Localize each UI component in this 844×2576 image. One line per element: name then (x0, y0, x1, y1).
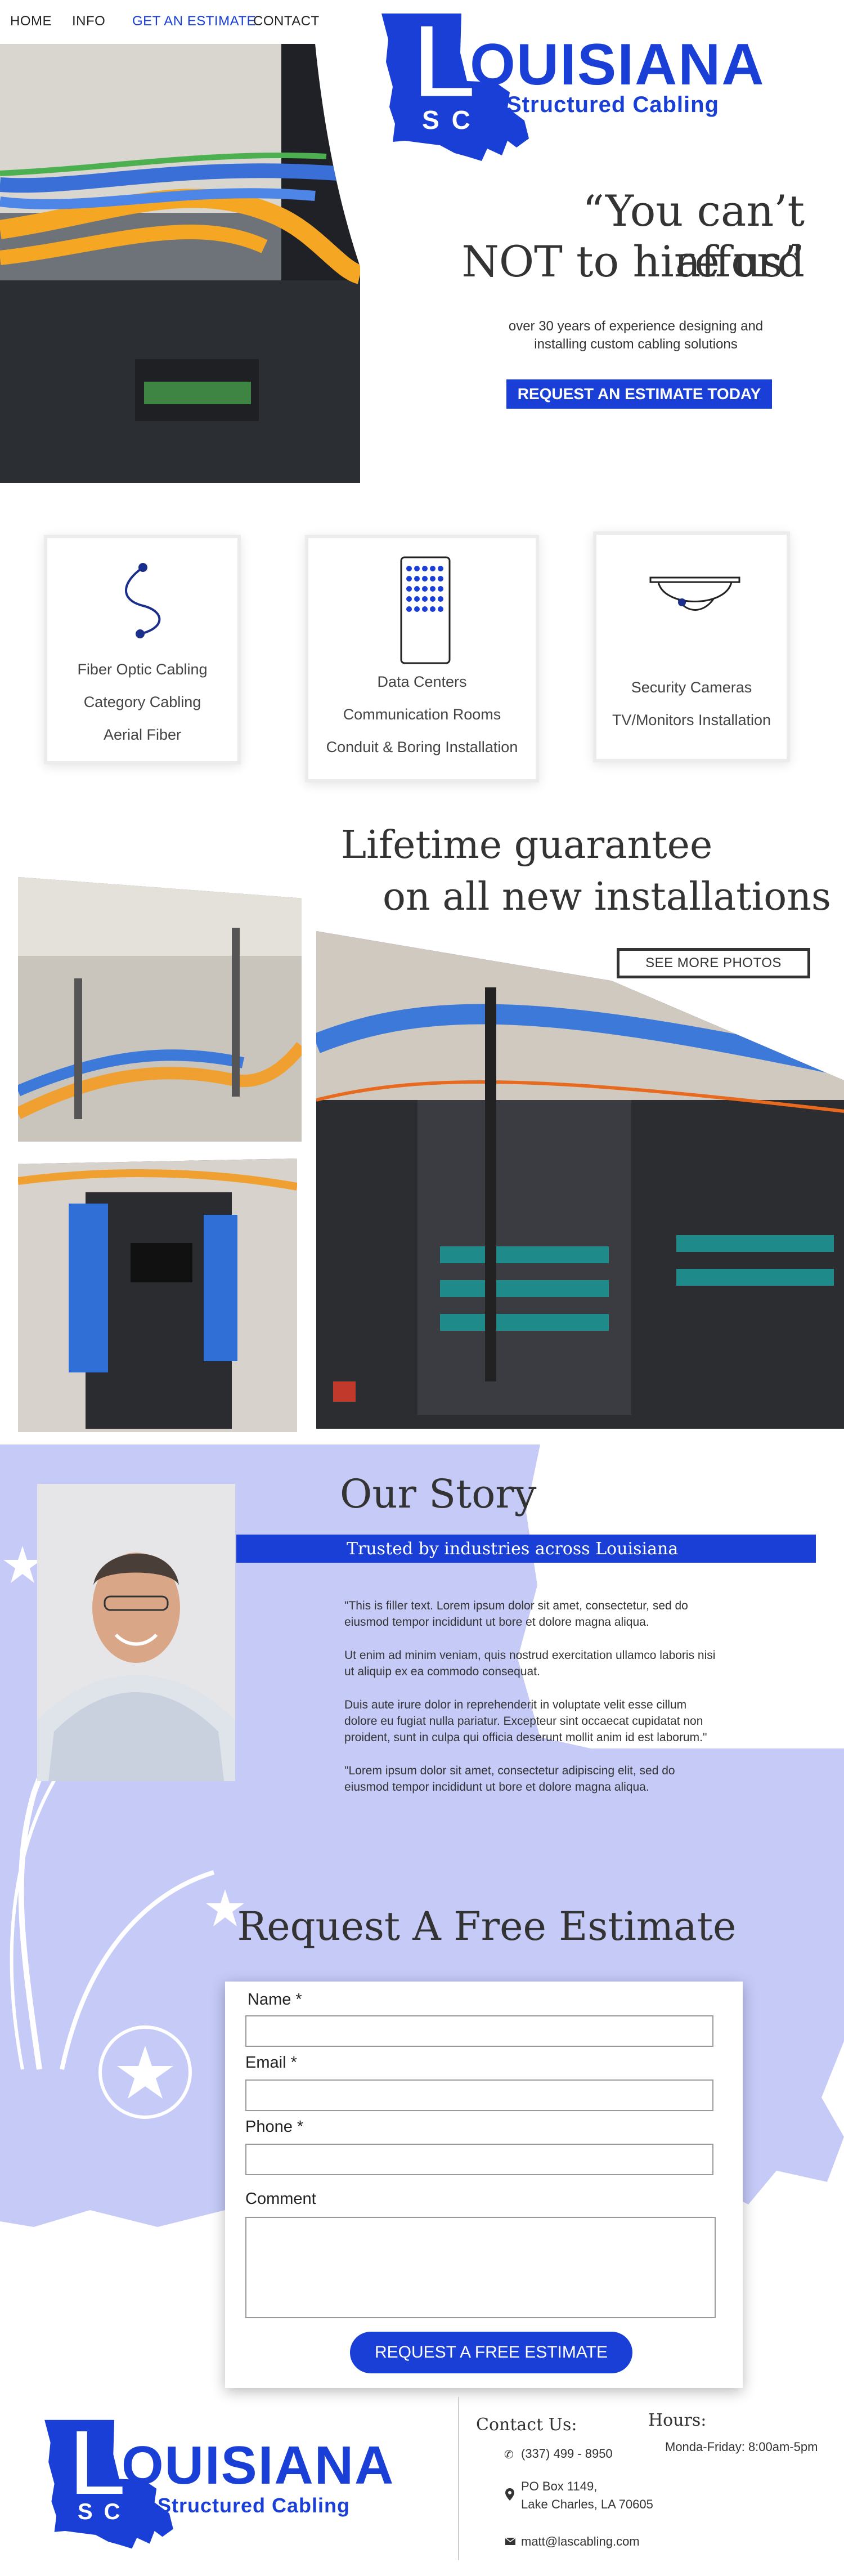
email-input[interactable] (245, 2079, 713, 2111)
nav-info-link[interactable]: INFO (72, 14, 105, 29)
service-card-fiber: Fiber Optic Cabling Category Cabling Aer… (44, 535, 241, 764)
name-input[interactable] (245, 2015, 713, 2047)
story-portrait-photo (37, 1484, 235, 1781)
story-paragraph-4: "Lorem ipsum dolor sit amet, consectetur… (344, 1764, 675, 1794)
story-banner-text: Trusted by industries across Louisiana (347, 1539, 679, 1559)
server-rack-icon (400, 556, 451, 664)
see-more-photos-button[interactable]: SEE MORE PHOTOS (617, 948, 810, 978)
request-estimate-today-button[interactable]: REQUEST AN ESTIMATE TODAY (506, 379, 772, 409)
story-paragraph-2: Ut enim ad minim veniam, quis nostrud ex… (344, 1649, 716, 1678)
nav-home-link[interactable]: HOME (10, 14, 52, 29)
gallery-photo-top-left (18, 877, 302, 1142)
email-link[interactable]: matt@lascabling.com (521, 2534, 640, 2549)
header-logo[interactable]: L OUISIANA SC Structured Cabling (377, 2, 810, 163)
fiber-cable-icon (125, 563, 161, 638)
hero-photo (0, 44, 360, 483)
gallery-photo-bottom-left (18, 1159, 297, 1432)
envelope-icon (505, 2538, 515, 2545)
guarantee-heading-line-1: Lifetime guarantee (341, 823, 713, 867)
service-fiber-line-3: Aerial Fiber (103, 726, 182, 743)
hours-text: Monda-Friday: 8:00am-5pm (665, 2440, 818, 2454)
service-fiber-line-2: Category Cabling (83, 694, 201, 710)
footer-logo[interactable]: L OUISIANA SC Structured Cabling (39, 2409, 456, 2550)
footer-logo-wordmark: OUISIANA (122, 2435, 395, 2496)
phone-input[interactable] (245, 2144, 713, 2175)
nav-contact-link[interactable]: CONTACT (253, 14, 320, 29)
estimate-form: Name * Email * Phone * Comment REQUEST A… (225, 1982, 743, 2388)
nav-get-estimate-link[interactable]: GET AN ESTIMATE (132, 14, 256, 29)
hero-subtitle-line-2: installing custom cabling solutions (534, 337, 738, 352)
footer-logo-initial-l: L (67, 2409, 129, 2516)
hours-title: Hours: (648, 2410, 707, 2430)
email-label: Email * (245, 2054, 297, 2072)
service-card-security: Security Cameras TV/Monitors Installatio… (593, 531, 790, 762)
contact-title: Contact Us: (476, 2415, 577, 2435)
story-paragraph-1: "This is filler text. Lorem ipsum dolor … (344, 1599, 688, 1629)
address-line-1: PO Box 1149, (521, 2479, 598, 2493)
hero-subtitle-line-1: over 30 years of experience designing an… (508, 319, 764, 334)
guarantee-heading-line-2: on all new installations (383, 875, 831, 919)
logo-tagline: Structured Cabling (506, 92, 720, 117)
hero-quote-line-2: NOT to hire us” (461, 236, 805, 287)
footer-logo-monogram: SC (78, 2499, 132, 2524)
service-datacenter-line-1: Data Centers (377, 673, 467, 690)
service-security-line-2: TV/Monitors Installation (612, 712, 771, 728)
service-card-datacenter: Data Centers Communication Rooms Conduit… (305, 535, 539, 782)
logo-wordmark: OUISIANA (470, 32, 765, 97)
estimate-title: Request A Free Estimate (237, 1903, 737, 1949)
phone-label: Phone * (245, 2118, 304, 2136)
our-story-title: Our Story (340, 1471, 537, 1517)
name-label: Name * (248, 1991, 302, 2009)
footer-logo-tagline: Structured Cabling (158, 2494, 351, 2517)
service-fiber-line-1: Fiber Optic Cabling (77, 661, 208, 678)
footer-divider (458, 2397, 459, 2560)
phone-icon: ✆ (504, 2449, 514, 2461)
request-free-estimate-button[interactable]: REQUEST A FREE ESTIMATE (350, 2332, 632, 2373)
phone-number[interactable]: (337) 499 - 8950 (521, 2447, 613, 2461)
story-paragraph-3: Duis aute irure dolor in reprehenderit i… (344, 1698, 707, 1744)
service-datacenter-line-2: Communication Rooms (343, 706, 501, 723)
story-text: "This is filler text. Lorem ipsum dolor … (344, 1598, 716, 1795)
security-camera-icon (649, 576, 740, 611)
logo-initial-l: L (410, 2, 479, 121)
story-banner: Trusted by industries across Louisiana (236, 1535, 816, 1563)
logo-monogram: SC (422, 105, 483, 135)
comment-textarea[interactable] (245, 2217, 716, 2318)
gallery-photo-large (316, 931, 844, 1429)
location-pin-icon (505, 2488, 514, 2501)
comment-label: Comment (245, 2190, 316, 2208)
address-line-2: Lake Charles, LA 70605 (521, 2497, 653, 2511)
service-datacenter-line-3: Conduit & Boring Installation (326, 739, 518, 755)
service-security-line-1: Security Cameras (631, 679, 752, 696)
